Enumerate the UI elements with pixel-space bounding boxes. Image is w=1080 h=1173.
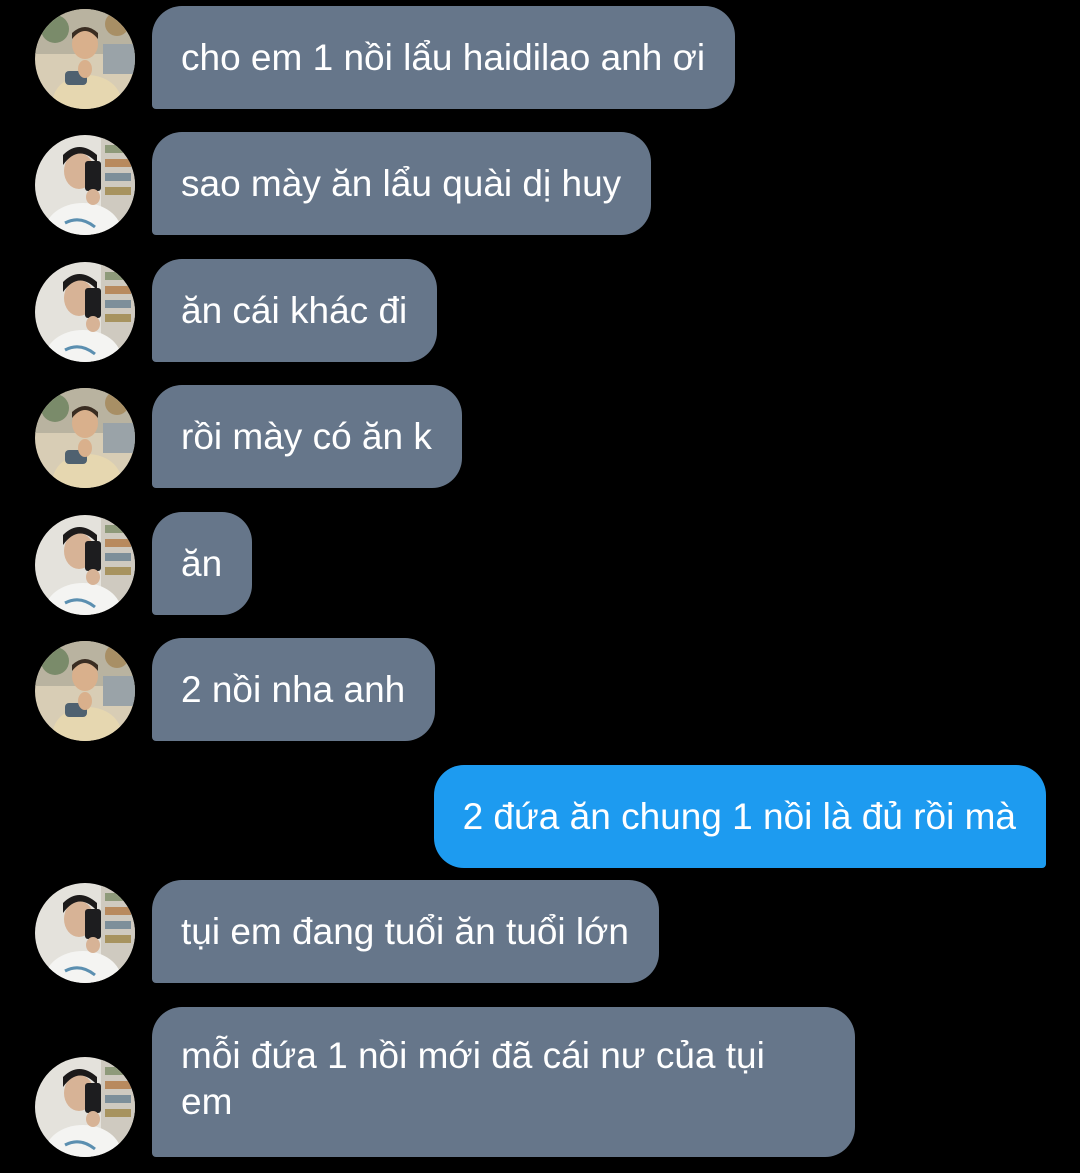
outgoing-message-bubble[interactable]: 2 đứa ăn chung 1 nồi là đủ rồi mà (433, 765, 1046, 868)
avatar[interactable] (35, 388, 135, 488)
incoming-message-bubble[interactable]: cho em 1 nồi lẩu haidilao anh ơi (152, 6, 736, 109)
avatar-image (35, 9, 135, 109)
avatar-image (35, 515, 135, 615)
avatar-image (35, 262, 135, 362)
avatar[interactable] (35, 1057, 135, 1157)
incoming-message-bubble[interactable]: rồi mày có ăn k (152, 385, 462, 488)
avatar[interactable] (35, 135, 135, 235)
avatar-image (35, 883, 135, 983)
incoming-message-bubble[interactable]: 2 nồi nha anh (152, 638, 436, 741)
avatar-image (35, 388, 135, 488)
avatar[interactable] (35, 641, 135, 741)
avatar[interactable] (35, 9, 135, 109)
avatar-image (35, 641, 135, 741)
avatar[interactable] (35, 515, 135, 615)
avatar[interactable] (35, 262, 135, 362)
incoming-message-bubble[interactable]: ăn (152, 512, 253, 615)
avatar-image (35, 1057, 135, 1157)
incoming-message-bubble[interactable]: mỗi đứa 1 nồi mới đã cái nư của tụi em (152, 1007, 855, 1157)
incoming-message-bubble[interactable]: tụi em đang tuổi ăn tuổi lớn (152, 880, 659, 983)
incoming-message-bubble[interactable]: ăn cái khác đi (152, 259, 438, 362)
incoming-message-bubble[interactable]: sao mày ăn lẩu quài dị huy (152, 132, 652, 235)
avatar-image (35, 135, 135, 235)
avatar[interactable] (35, 883, 135, 983)
